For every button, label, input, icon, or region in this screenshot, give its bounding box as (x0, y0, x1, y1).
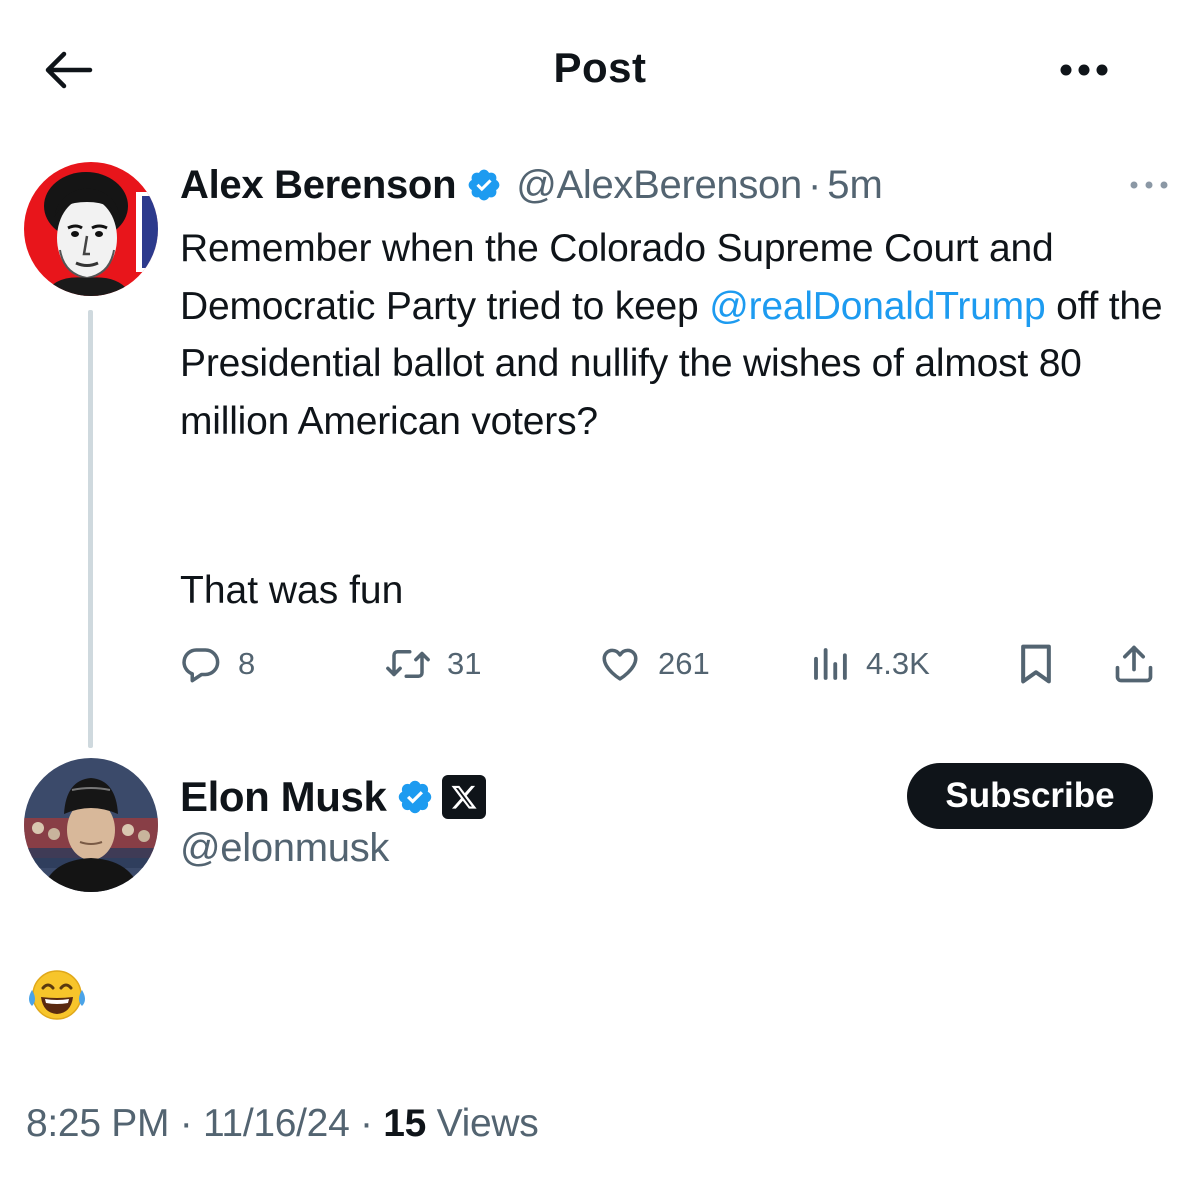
tears-of-joy-emoji-icon (26, 966, 88, 1024)
reply-header: Elon Musk (180, 770, 487, 824)
more-horizontal-icon (1130, 181, 1168, 189)
more-button[interactable] (1056, 60, 1112, 80)
thread-line (88, 310, 93, 748)
author-name[interactable]: Alex Berenson (180, 163, 457, 208)
tweet-actions: 8 31 261 4.3K (180, 636, 1170, 692)
tweet-text-paragraph: That was fun (180, 569, 404, 612)
mention-link[interactable]: @realDonaldTrump (709, 285, 1045, 328)
avatar-elon-musk[interactable] (24, 758, 158, 892)
heart-icon (602, 648, 638, 681)
reply-button[interactable]: 8 (180, 636, 255, 692)
views-number: 15 (383, 1102, 427, 1145)
post-date: 11/16/24 (202, 1102, 350, 1145)
avatar-image (24, 162, 158, 296)
tweet-text: Remember when the Colorado Supreme Court… (180, 220, 1180, 450)
subscribe-button[interactable]: Subscribe (907, 763, 1153, 829)
separator-dot: · (360, 1102, 373, 1145)
post-page: Post Alex Berenson @AlexBerenson · 5m Re… (0, 0, 1200, 1195)
repost-icon (386, 650, 430, 678)
reply-author-handle[interactable]: @elonmusk (180, 826, 389, 871)
analytics-icon (814, 648, 847, 680)
avatar-image (24, 758, 158, 892)
tweet-time[interactable]: 5m (827, 163, 883, 208)
x-logo-icon (451, 785, 478, 809)
share-button[interactable] (1112, 636, 1156, 692)
bookmark-icon (1021, 644, 1051, 684)
header: Post (0, 0, 1200, 140)
avatar-alex-berenson[interactable] (24, 162, 158, 296)
tweet-header: Alex Berenson @AlexBerenson · 5m (180, 160, 883, 210)
views-count: 4.3K (866, 646, 930, 681)
reply-count: 8 (238, 646, 256, 681)
separator-dot: · (179, 1102, 193, 1145)
more-horizontal-icon (1060, 64, 1108, 76)
reply-icon (182, 648, 220, 683)
tweet-more-button[interactable] (1128, 178, 1170, 192)
separator-dot: · (807, 162, 822, 207)
author-handle[interactable]: @AlexBerenson (516, 163, 802, 208)
bookmark-button[interactable] (1016, 636, 1056, 692)
views-label: Views (436, 1102, 539, 1145)
repost-button[interactable]: 31 (385, 636, 481, 692)
verified-badge-icon (468, 169, 500, 201)
page-title: Post (553, 44, 647, 91)
post-time[interactable]: 8:25 PM (26, 1102, 169, 1145)
verified-badge-icon (399, 780, 432, 814)
post-meta: 8:25 PM · 11/16/24 · 15 Views (26, 1102, 539, 1146)
like-count: 261 (658, 646, 710, 681)
reply-author-name[interactable]: Elon Musk (180, 773, 387, 821)
share-icon (1115, 645, 1153, 683)
like-button[interactable]: 261 (598, 636, 710, 692)
views-button[interactable]: 4.3K (810, 636, 930, 692)
repost-count: 31 (447, 646, 482, 681)
x-affiliation-badge[interactable] (442, 775, 487, 819)
